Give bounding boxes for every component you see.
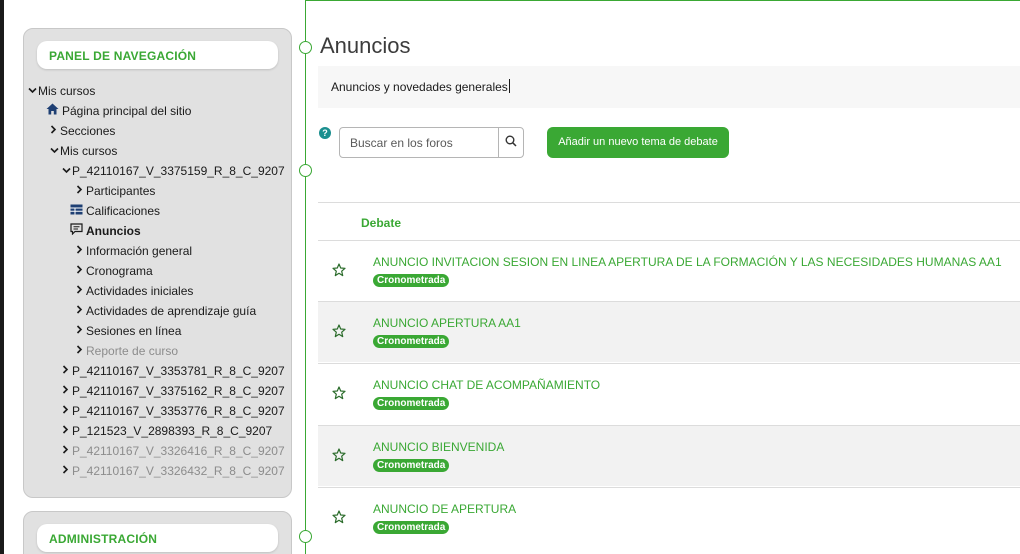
text-cursor [508, 79, 510, 93]
search-input[interactable] [340, 128, 498, 157]
nav-item-sections[interactable]: Secciones [50, 122, 115, 140]
nav-item-learning-activities[interactable]: Actividades de aprendizaje guía [76, 302, 256, 320]
discussion-title-link[interactable]: ANUNCIO CHAT DE ACOMPAÑAMIENTO [373, 378, 600, 392]
timed-badge: Cronometrada [373, 274, 450, 287]
chevron-right-icon [76, 262, 86, 280]
navigation-panel-title: PANEL DE NAVEGACIÓN [37, 41, 278, 69]
help-icon[interactable]: ? [319, 127, 331, 139]
star-icon[interactable] [332, 386, 346, 405]
star-icon[interactable] [332, 510, 346, 529]
forum-icon [70, 222, 86, 240]
administration-panel-title: ADMINISTRACIÓN [37, 524, 278, 552]
chevron-right-icon [76, 302, 86, 320]
timed-badge: Cronometrada [373, 521, 450, 534]
forum-search [339, 127, 524, 158]
administration-panel: ADMINISTRACIÓN [23, 511, 292, 554]
star-icon[interactable] [332, 324, 346, 343]
nav-item-site-home[interactable]: Página principal del sitio [46, 102, 191, 120]
discussion-title-link[interactable]: ANUNCIO DE APERTURA [373, 502, 516, 516]
window-edge [0, 0, 4, 554]
nav-item-participants[interactable]: Participantes [76, 182, 155, 200]
nav-item-course-current[interactable]: P_42110167_V_3375159_R_8_C_9207 [62, 162, 285, 180]
chevron-right-icon [76, 242, 86, 260]
chevron-down-icon [62, 162, 72, 180]
chevron-right-icon [62, 462, 72, 480]
nav-item-online-sessions[interactable]: Sesiones en línea [76, 322, 181, 340]
nav-item-initial-activities[interactable]: Actividades iniciales [76, 282, 193, 300]
chevron-right-icon [62, 362, 72, 380]
search-button[interactable] [498, 128, 523, 157]
forum-intro: Anuncios y novedades generales [318, 66, 1020, 108]
discussion-row: ANUNCIO DE APERTURA Cronometrada [318, 487, 1020, 548]
chevron-right-icon [76, 322, 86, 340]
discussion-row: ANUNCIO CHAT DE ACOMPAÑAMIENTO Cronometr… [318, 363, 1020, 424]
nav-item-course-report[interactable]: Reporte de curso [76, 342, 178, 360]
chevron-down-icon [50, 142, 60, 160]
discussion-row: ANUNCIO BIENVENIDA Cronometrada [318, 425, 1020, 486]
chevron-down-icon [28, 82, 38, 100]
nav-item-course[interactable]: P_42110167_V_3326416_R_8_C_9207 [62, 442, 285, 460]
divider-node [299, 41, 312, 54]
nav-item-my-courses-sub[interactable]: Mis cursos [50, 142, 117, 160]
chevron-right-icon [62, 422, 72, 440]
grades-table-icon [70, 202, 86, 220]
discussion-title-link[interactable]: ANUNCIO APERTURA AA1 [373, 316, 521, 330]
top-divider [305, 0, 1020, 1]
discussion-row: ANUNCIO APERTURA AA1 Cronometrada [318, 301, 1020, 362]
nav-item-my-courses[interactable]: Mis cursos [28, 82, 95, 100]
star-icon[interactable] [332, 263, 346, 282]
chevron-right-icon [76, 282, 86, 300]
timed-badge: Cronometrada [373, 397, 450, 410]
discussion-row: ANUNCIO INVITACION SESION EN LINEA APERT… [318, 240, 1020, 301]
add-discussion-button[interactable]: Añadir un nuevo tema de debate [547, 127, 729, 158]
home-icon [46, 102, 62, 120]
discussion-title-link[interactable]: ANUNCIO BIENVENIDA [373, 440, 504, 454]
divider-node [299, 164, 312, 177]
nav-item-course[interactable]: P_42110167_V_3326432_R_8_C_9207 [62, 462, 285, 480]
discussion-title-link[interactable]: ANUNCIO INVITACION SESION EN LINEA APERT… [373, 255, 1002, 269]
chevron-right-icon [62, 402, 72, 420]
chevron-right-icon [76, 182, 86, 200]
chevron-right-icon [62, 442, 72, 460]
nav-item-course[interactable]: P_121523_V_2898393_R_8_C_9207 [62, 422, 272, 440]
nav-item-grades[interactable]: Calificaciones [70, 202, 160, 220]
chevron-right-icon [76, 342, 86, 360]
table-header-divider [318, 202, 1020, 203]
chevron-right-icon [62, 382, 72, 400]
page-title: Anuncios [320, 33, 411, 58]
column-divider [305, 0, 306, 554]
nav-item-course[interactable]: P_42110167_V_3353776_R_8_C_9207 [62, 402, 285, 420]
chevron-right-icon [50, 122, 60, 140]
divider-node [299, 530, 312, 543]
search-icon [505, 134, 517, 152]
nav-item-general-info[interactable]: Información general [76, 242, 192, 260]
nav-item-course[interactable]: P_42110167_V_3353781_R_8_C_9207 [62, 362, 285, 380]
nav-item-course[interactable]: P_42110167_V_3375162_R_8_C_9207 [62, 382, 285, 400]
timed-badge: Cronometrada [373, 335, 450, 348]
star-icon[interactable] [332, 448, 346, 467]
timed-badge: Cronometrada [373, 459, 450, 472]
nav-item-announcements[interactable]: Anuncios [70, 222, 141, 240]
column-header-debate[interactable]: Debate [361, 216, 401, 230]
nav-item-schedule[interactable]: Cronograma [76, 262, 153, 280]
